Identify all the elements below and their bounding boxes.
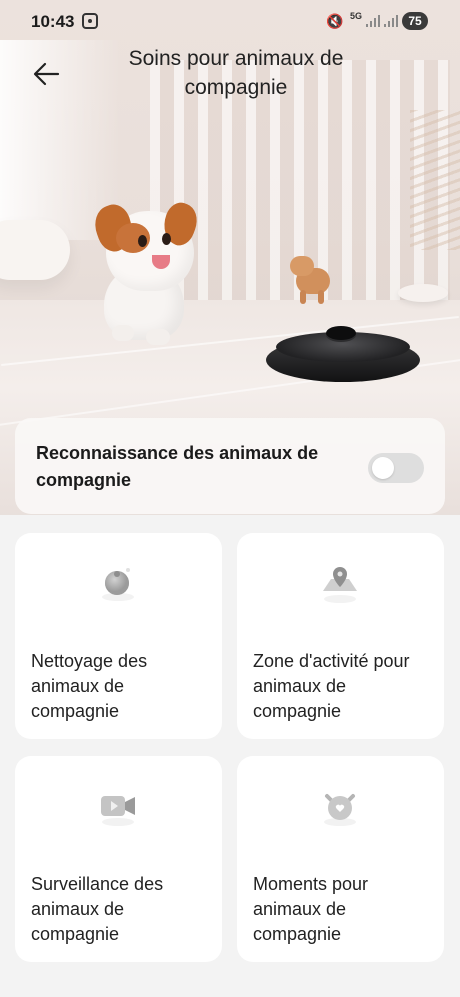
robot-vacuum-icon bbox=[102, 568, 134, 601]
cat-face-icon bbox=[324, 794, 356, 826]
feature-card-pet-monitoring[interactable]: Surveillance des animaux de compagnie bbox=[15, 756, 222, 962]
toggle-knob bbox=[372, 457, 394, 479]
puppy-illustration bbox=[89, 198, 203, 345]
feature-card-activity-zone[interactable]: Zone d'activité pour animaux de compagni… bbox=[237, 533, 444, 739]
screen-record-icon bbox=[82, 13, 98, 29]
signal-icon bbox=[366, 15, 380, 27]
status-bar: 10:43 🔇 5G 75 bbox=[0, 0, 460, 44]
video-camera-icon bbox=[101, 796, 135, 826]
plant-decoration bbox=[410, 110, 460, 250]
arrow-left-icon bbox=[33, 62, 60, 86]
sofa-decoration bbox=[0, 220, 70, 280]
network-type: 5G bbox=[350, 11, 363, 21]
feature-label: Zone d'activité pour animaux de compagni… bbox=[253, 651, 410, 721]
mute-icon: 🔇 bbox=[326, 13, 344, 29]
back-button[interactable] bbox=[30, 58, 62, 90]
status-time: 10:43 bbox=[31, 12, 75, 31]
robot-vacuum-illustration bbox=[266, 326, 420, 384]
signal-icon bbox=[384, 15, 398, 27]
small-dog-illustration bbox=[290, 248, 336, 306]
feature-label: Surveillance des animaux de compagnie bbox=[31, 874, 164, 944]
map-pin-icon bbox=[323, 567, 357, 603]
feature-label: Nettoyage des animaux de compagnie bbox=[31, 651, 148, 721]
pet-dish bbox=[398, 284, 448, 302]
battery-indicator: 75 bbox=[402, 12, 428, 30]
feature-label: Moments pour animaux de compagnie bbox=[253, 874, 369, 944]
feature-card-pet-cleaning[interactable]: Nettoyage des animaux de compagnie bbox=[15, 533, 222, 739]
feature-card-pet-moments[interactable]: Moments pour animaux de compagnie bbox=[237, 756, 444, 962]
pet-recognition-toggle[interactable] bbox=[368, 453, 424, 483]
pet-recognition-label: Reconnaissance des animaux de compagnie bbox=[36, 443, 319, 490]
page-title: Soins pour animaux de compagnie bbox=[128, 47, 344, 99]
